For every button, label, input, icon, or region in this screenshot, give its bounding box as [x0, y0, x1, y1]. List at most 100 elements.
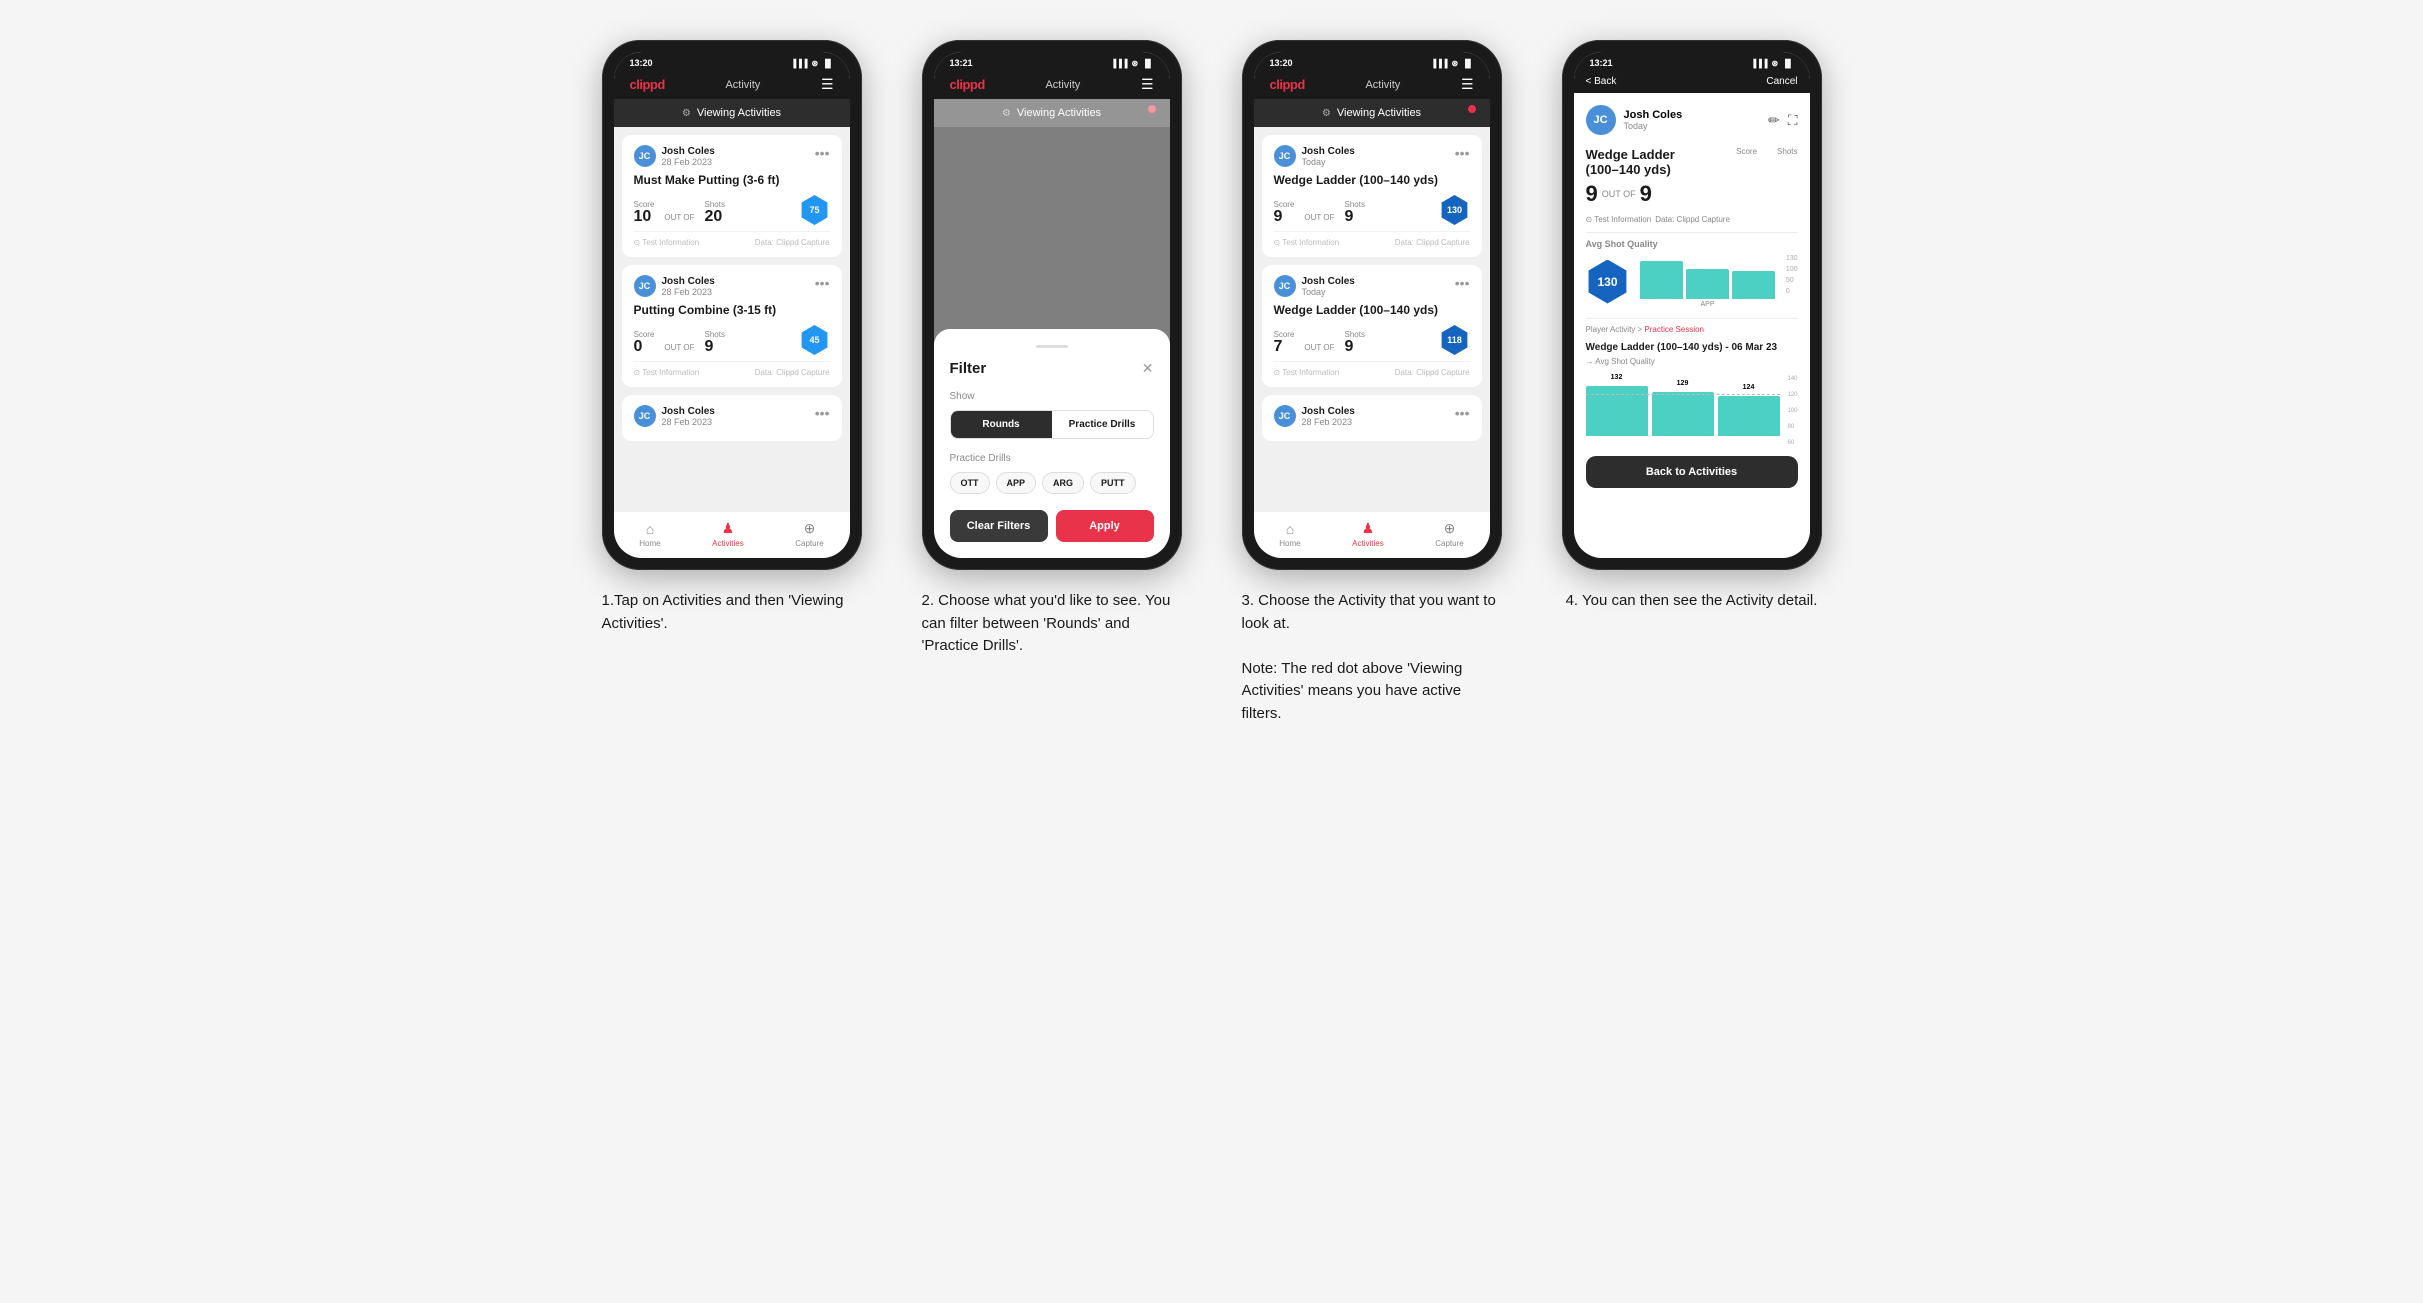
chip-putt[interactable]: PUTT — [1090, 472, 1136, 494]
signal-icon-4: ▐▐▐ — [1750, 59, 1767, 68]
phone-notch-1 — [692, 52, 772, 74]
rounds-btn[interactable]: Rounds — [951, 411, 1052, 438]
app-label: APP — [1640, 301, 1776, 308]
detail-user-name: Josh Coles — [1624, 109, 1683, 121]
detail-user-row: JC Josh Coles Today ✏ ⛶ — [1586, 105, 1798, 135]
phone-inner-1: 13:20 ▐▐▐ ⊛ ▐▌ clippd Activity ☰ ⚙ Vie — [614, 52, 850, 558]
menu-icon-1[interactable]: ☰ — [821, 76, 834, 93]
status-icons-3: ▐▐▐ ⊛ ▐▌ — [1430, 59, 1473, 68]
shots-val-1-2: 9 — [704, 339, 724, 355]
chip-app[interactable]: APP — [996, 472, 1037, 494]
out-of-1-1: OUT OF — [664, 213, 694, 222]
page-wrapper: 13:20 ▐▐▐ ⊛ ▐▌ clippd Activity ☰ ⚙ Vie — [587, 40, 1837, 725]
red-dot-3 — [1468, 105, 1476, 113]
nav-activities-1[interactable]: ♟ Activities — [712, 520, 744, 548]
nav-activities-3[interactable]: ♟ Activities — [1352, 520, 1384, 548]
footer-right-1-2: Data: Clippd Capture — [755, 368, 830, 377]
card-header-3-2: JC Josh Coles Today ••• — [1274, 275, 1470, 297]
description-3: 3. Choose the Activity that you want to … — [1242, 590, 1502, 725]
chip-arg[interactable]: ARG — [1042, 472, 1084, 494]
detail-action-icons: ✏ ⛶ — [1768, 112, 1798, 129]
wifi-icon-3: ⊛ — [1451, 59, 1458, 68]
wifi-icon-2: ⊛ — [1131, 59, 1138, 68]
description-4: 4. You can then see the Activity detail. — [1566, 590, 1818, 613]
detail-user-info: Josh Coles Today — [1624, 109, 1683, 131]
more-dots-3-1[interactable]: ••• — [1455, 145, 1470, 161]
gear-icon-2: ⚙ — [1002, 108, 1011, 119]
user-info-1-3: Josh Coles 28 Feb 2023 — [662, 406, 715, 427]
drill-name-3-2: Wedge Ladder (100–140 yds) — [1274, 303, 1470, 317]
capture-label-1: Capture — [795, 539, 823, 548]
user-name-1-2: Josh Coles — [662, 276, 715, 287]
avatar-1-1: JC — [634, 145, 656, 167]
card-footer-1-2: ⊙ Test Information Data: Clippd Capture — [634, 361, 830, 377]
card-footer-1-1: ⊙ Test Information Data: Clippd Capture — [634, 231, 830, 247]
phone-3: 13:20 ▐▐▐ ⊛ ▐▌ clippd Activity ☰ ⚙ Vie — [1242, 40, 1502, 570]
expand-icon[interactable]: ⛶ — [1788, 112, 1798, 129]
activity-card-1-1[interactable]: JC Josh Coles 28 Feb 2023 ••• Must Make … — [622, 135, 842, 257]
phone-notch-3 — [1332, 52, 1412, 74]
activity-card-3-2[interactable]: JC Josh Coles Today ••• Wedge Ladder (10… — [1262, 265, 1482, 387]
more-dots-1-3[interactable]: ••• — [815, 405, 830, 421]
bar-3 — [1732, 271, 1775, 299]
avatar-3-3: JC — [1274, 405, 1296, 427]
logo-2: clippd — [950, 77, 985, 92]
more-dots-1-1[interactable]: ••• — [815, 145, 830, 161]
session-drill-title: Wedge Ladder (100–140 yds) - 06 Mar 23 — [1586, 342, 1798, 353]
logo-3: clippd — [1270, 77, 1305, 92]
menu-icon-3[interactable]: ☰ — [1461, 76, 1474, 93]
content-3: JC Josh Coles Today ••• Wedge Ladder (10… — [1254, 127, 1490, 511]
activity-card-3-3[interactable]: JC Josh Coles 28 Feb 2023 ••• — [1262, 395, 1482, 441]
back-activities-btn[interactable]: Back to Activities — [1586, 456, 1798, 488]
apply-btn[interactable]: Apply — [1056, 510, 1154, 542]
chip-ott[interactable]: OTT — [950, 472, 990, 494]
clear-filters-btn[interactable]: Clear Filters — [950, 510, 1048, 542]
back-btn-nav[interactable]: < Back — [1586, 76, 1617, 87]
activity-card-1-3[interactable]: JC Josh Coles 28 Feb 2023 ••• — [622, 395, 842, 441]
viewing-banner-1[interactable]: ⚙ Viewing Activities — [614, 99, 850, 127]
red-dot-2 — [1148, 105, 1156, 113]
activity-card-1-2[interactable]: JC Josh Coles 28 Feb 2023 ••• Putting Co… — [622, 265, 842, 387]
nav-title-2: Activity — [1045, 79, 1080, 91]
user-name-1-3: Josh Coles — [662, 406, 715, 417]
out-of-3-2: OUT OF — [1304, 343, 1334, 352]
edit-icon[interactable]: ✏ — [1768, 112, 1780, 129]
user-name-1-1: Josh Coles — [662, 146, 715, 157]
session-chart-wrapper: 140 120 100 80 60 132 12 — [1586, 376, 1798, 446]
viewing-banner-3[interactable]: ⚙ Viewing Activities — [1254, 99, 1490, 127]
nav-home-3[interactable]: ⌂ Home — [1279, 521, 1300, 548]
nav-home-1[interactable]: ⌂ Home — [639, 521, 660, 548]
shots-val-3-1: 9 — [1344, 209, 1364, 225]
nav-capture-1[interactable]: ⊕ Capture — [795, 520, 823, 548]
time-4: 13:21 — [1590, 58, 1613, 68]
avatar-1-3: JC — [634, 405, 656, 427]
modal-close[interactable]: ✕ — [1142, 360, 1154, 377]
phone-section-4: 13:21 ▐▐▐ ⊛ ▐▌ < Back Cancel JC — [1547, 40, 1837, 613]
trend-line — [1586, 394, 1780, 395]
user-date-3-1: Today — [1302, 157, 1355, 167]
more-dots-3-2[interactable]: ••• — [1455, 275, 1470, 291]
more-dots-3-3[interactable]: ••• — [1455, 405, 1470, 421]
quality-badge-1-1: 75 — [800, 195, 830, 225]
phone-section-3: 13:20 ▐▐▐ ⊛ ▐▌ clippd Activity ☰ ⚙ Vie — [1227, 40, 1517, 725]
shots-group-1-1: Shots 20 — [704, 200, 724, 225]
gear-icon-3: ⚙ — [1322, 108, 1331, 119]
footer-left-3-1: ⊙ Test Information — [1274, 238, 1340, 247]
user-info-1-2: Josh Coles 28 Feb 2023 — [662, 276, 715, 297]
session-bars: 132 129 124 — [1586, 376, 1780, 436]
out-of-3-1: OUT OF — [1304, 213, 1334, 222]
practice-drills-btn[interactable]: Practice Drills — [1052, 411, 1153, 438]
session-y-labels: 140 120 100 80 60 — [1787, 376, 1797, 446]
viewing-banner-2: ⚙ Viewing Activities — [934, 99, 1170, 127]
nav-capture-3[interactable]: ⊕ Capture — [1435, 520, 1463, 548]
more-dots-1-2[interactable]: ••• — [815, 275, 830, 291]
activity-card-3-1[interactable]: JC Josh Coles Today ••• Wedge Ladder (10… — [1262, 135, 1482, 257]
bar-fill-3 — [1718, 396, 1780, 436]
divider-1 — [1586, 232, 1798, 233]
phone-inner-3: 13:20 ▐▐▐ ⊛ ▐▌ clippd Activity ☰ ⚙ Vie — [1254, 52, 1490, 558]
cancel-btn-nav[interactable]: Cancel — [1766, 76, 1797, 87]
shots-col-label: Shots — [1777, 147, 1797, 156]
menu-icon-2[interactable]: ☰ — [1141, 76, 1154, 93]
bar-label-1: 132 — [1611, 374, 1623, 381]
quality-hex-large: 130 — [1586, 260, 1630, 304]
